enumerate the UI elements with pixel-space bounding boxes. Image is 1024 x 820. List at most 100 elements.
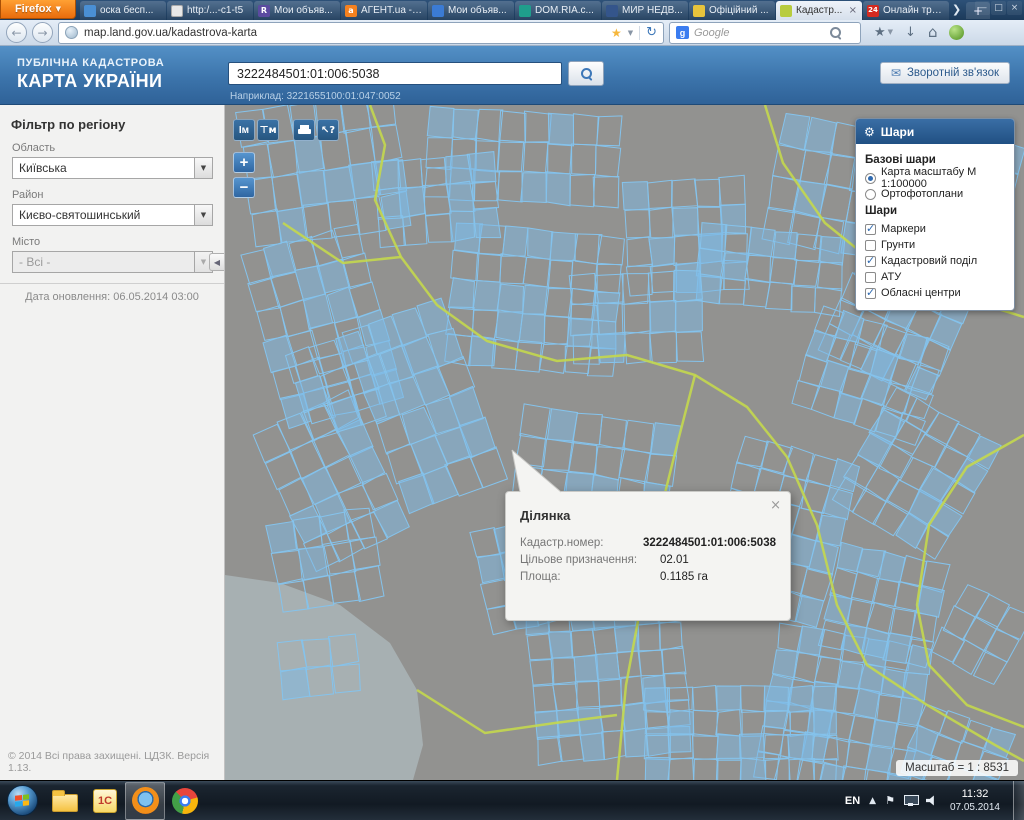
language-indicator[interactable]: EN	[845, 795, 860, 807]
cadastral-search-input[interactable]	[228, 62, 562, 85]
screen: оска бесп... http:/...-c1-t5 RМои объяв.…	[0, 0, 1024, 820]
taskbar-clock[interactable]: 11:32 07.05.2014	[946, 788, 1004, 814]
google-engine-icon[interactable]: g	[676, 26, 689, 39]
overlay-layers-heading: Шари	[865, 205, 1005, 217]
history-dropdown-icon[interactable]: ▼	[628, 29, 633, 37]
tab-label: МИР НЕДВ...	[622, 5, 684, 16]
action-center-flag-icon[interactable]: ⚑	[885, 794, 895, 807]
layer-label: Грунти	[881, 239, 915, 251]
parcel-info-popup: × Ділянка Кадастр.номер:3222484501:01:00…	[505, 491, 791, 621]
cadastral-search-button[interactable]	[568, 61, 604, 86]
tab-label: Онлайн тра...	[883, 5, 945, 16]
misc-tools: ↖?	[293, 119, 339, 141]
print-button[interactable]	[293, 119, 315, 141]
browser-tab[interactable]: DOM.RIA.c...	[515, 1, 601, 20]
speaker-icon[interactable]	[926, 795, 937, 806]
web-search-input[interactable]	[694, 27, 824, 39]
tab-favicon	[432, 5, 444, 17]
divider	[639, 26, 640, 40]
home-icon[interactable]: ⌂	[928, 25, 938, 40]
site-logo-line2: КАРТА УКРАЇНИ	[17, 71, 162, 92]
overlay-layer-option[interactable]: Грунти	[865, 237, 1005, 253]
identify-button[interactable]: ↖?	[317, 119, 339, 141]
downloads-icon[interactable]: ↓	[905, 26, 916, 39]
browser-tab[interactable]: aАГЕНТ.ua - ...	[341, 1, 427, 20]
overlay-layer-option[interactable]: Кадастровий поділ	[865, 253, 1005, 269]
overlay-layer-option[interactable]: АТУ	[865, 269, 1005, 285]
tab-overflow-icon[interactable]: ❯	[952, 3, 961, 16]
windows-logo-icon	[7, 785, 38, 816]
close-button[interactable]: ×	[1007, 1, 1022, 15]
network-icon[interactable]	[904, 795, 917, 807]
browser-tab[interactable]: RМои объяв...	[254, 1, 340, 20]
zoom-controls: + −	[233, 152, 255, 198]
browser-tab[interactable]: МИР НЕДВ...	[602, 1, 688, 20]
start-button[interactable]	[3, 782, 41, 820]
reload-icon[interactable]: ↻	[646, 26, 657, 39]
browser-tab[interactable]: http:/...-c1-t5	[167, 1, 253, 20]
zoom-out-button[interactable]: −	[233, 177, 255, 198]
checkbox-icon[interactable]	[865, 288, 876, 299]
browser-tab[interactable]: Мои объяв...	[428, 1, 514, 20]
one-c-taskbar-button[interactable]: 1С	[85, 782, 125, 820]
back-button[interactable]: ←	[6, 22, 27, 43]
bookmark-star-icon[interactable]: ★	[611, 26, 622, 40]
firefox-taskbar-button[interactable]	[125, 782, 165, 820]
overlay-layer-option[interactable]: Маркери	[865, 221, 1005, 237]
popup-close-icon[interactable]: ×	[770, 498, 781, 513]
forward-button[interactable]: →	[32, 22, 53, 43]
site-header: ПУБЛІЧНА КАДАСТРОВА КАРТА УКРАЇНИ Наприк…	[0, 46, 1024, 105]
sidebar-collapse-button[interactable]: ◀	[209, 253, 224, 271]
popup-row-label: Площа:	[520, 569, 660, 586]
browser-tab[interactable]: оска бесп...	[80, 1, 166, 20]
chevron-down-icon[interactable]: ▼	[194, 205, 212, 225]
checkbox-icon[interactable]	[865, 272, 876, 283]
city-select[interactable]: - Всі - ▼	[12, 251, 213, 273]
one-c-icon: 1С	[93, 789, 117, 813]
city-label: Місто	[12, 236, 224, 248]
minimize-button[interactable]: —	[975, 1, 990, 15]
search-icon[interactable]	[829, 26, 842, 39]
checkbox-icon[interactable]	[865, 256, 876, 267]
region-label: Область	[12, 142, 224, 154]
chevron-down-icon[interactable]: ▼	[194, 158, 212, 178]
base-layer-option[interactable]: Карта масштабу М 1:100000	[865, 170, 1005, 186]
measure-distance-button[interactable]: Ім	[233, 119, 255, 141]
firefox-menu-button[interactable]: Firefox▼	[0, 0, 76, 19]
radio-icon[interactable]	[865, 189, 876, 200]
toolbar-icons: ★▼ ↓ ⌂	[874, 25, 964, 40]
checkbox-icon[interactable]	[865, 240, 876, 251]
web-search-box[interactable]: g	[669, 22, 861, 44]
layers-panel-header[interactable]: ⚙Шари	[856, 119, 1014, 144]
page-content: Фільтр по регіону Область Київська ▼ Рай…	[0, 105, 1024, 780]
chrome-taskbar-button[interactable]	[165, 782, 205, 820]
layer-label: Маркери	[881, 223, 926, 235]
map-area[interactable]: Ім ⊤м ↖? + − ⚙Шари Базові шари Карта мас…	[225, 105, 1024, 780]
feedback-button[interactable]: ✉Зворотній зв'язок	[880, 62, 1010, 84]
show-desktop-button[interactable]	[1013, 781, 1024, 820]
city-value: - Всі -	[13, 255, 194, 269]
browser-tab[interactable]: Офіційний ...	[689, 1, 775, 20]
district-select[interactable]: Києво-святошинський ▼	[12, 204, 213, 226]
tab-favicon	[780, 5, 792, 17]
base-layers-heading: Базові шари	[865, 154, 1005, 166]
tab-close-icon[interactable]: ×	[848, 5, 858, 16]
folder-icon	[52, 794, 78, 812]
popup-row: Площа:0.1185 га	[520, 569, 776, 586]
show-hidden-icons[interactable]: ▲	[869, 796, 876, 806]
maximize-button[interactable]: □	[991, 1, 1006, 15]
checkbox-icon[interactable]	[865, 224, 876, 235]
url-bar[interactable]: map.land.gov.ua/kadastrova-karta ★ ▼ ↻	[58, 22, 664, 44]
region-select[interactable]: Київська ▼	[12, 157, 213, 179]
browser-tab-active[interactable]: Кадастр...×	[776, 1, 862, 20]
chrome-icon	[172, 788, 198, 814]
bookmarks-menu-icon[interactable]: ★▼	[874, 26, 893, 39]
explorer-taskbar-button[interactable]	[45, 782, 85, 820]
url-text[interactable]: map.land.gov.ua/kadastrova-karta	[84, 27, 605, 39]
browser-tab[interactable]: 24Онлайн тра...	[863, 1, 949, 20]
zoom-in-button[interactable]: +	[233, 152, 255, 173]
radio-icon[interactable]	[865, 173, 876, 184]
addon-icon[interactable]	[949, 25, 964, 40]
overlay-layer-option[interactable]: Обласні центри	[865, 285, 1005, 301]
measure-area-button[interactable]: ⊤м	[257, 119, 279, 141]
